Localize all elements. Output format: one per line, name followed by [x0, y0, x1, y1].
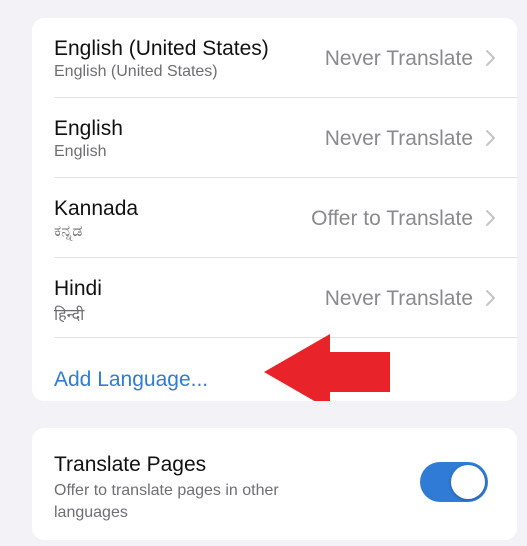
translation-setting: Offer to Translate — [311, 207, 473, 230]
language-native-name: हिन्दी — [54, 307, 85, 324]
translation-setting: Never Translate — [324, 127, 473, 150]
translate-pages-description: Offer to translate pages in other langua… — [54, 482, 279, 521]
language-native-name: English (United States) — [54, 63, 218, 80]
language-name: English — [54, 117, 123, 140]
translation-setting: Never Translate — [324, 287, 473, 310]
translation-setting: Never Translate — [324, 47, 473, 70]
add-language-button[interactable]: Add Language... — [54, 368, 208, 392]
language-name: English (United States) — [54, 37, 269, 60]
translate-pages-toggle[interactable] — [420, 462, 488, 502]
translate-pages-card: Translate Pages Offer to translate pages… — [32, 428, 517, 540]
chevron-right-icon — [486, 50, 495, 66]
chevron-right-icon — [486, 210, 495, 226]
settings-page: English (United States) English (United … — [10, 8, 517, 542]
language-row-english[interactable]: English English Never Translate — [32, 98, 517, 178]
language-name: Hindi — [54, 277, 102, 300]
translate-pages-title: Translate Pages — [54, 453, 207, 476]
language-row-english-us[interactable]: English (United States) English (United … — [32, 18, 517, 98]
chevron-right-icon — [486, 290, 495, 306]
language-native-name: ಕನ್ನಡ — [54, 223, 83, 240]
chevron-right-icon — [486, 130, 495, 146]
language-row-hindi[interactable]: Hindi हिन्दी Never Translate — [32, 258, 517, 338]
language-row-kannada[interactable]: Kannada ಕನ್ನಡ Offer to Translate — [32, 178, 517, 258]
language-native-name: English — [54, 143, 107, 160]
language-list: English (United States) English (United … — [32, 18, 517, 401]
toggle-knob — [451, 465, 485, 499]
language-name: Kannada — [54, 197, 139, 220]
red-arrow-annotation — [264, 334, 390, 401]
